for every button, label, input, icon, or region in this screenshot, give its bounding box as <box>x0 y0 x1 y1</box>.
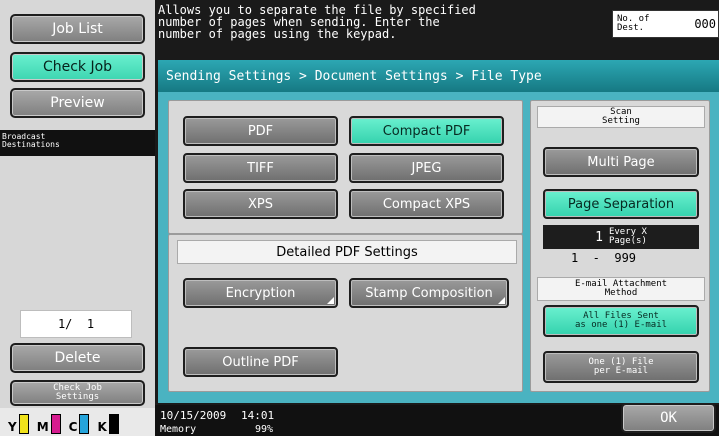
encryption-label: Encryption <box>225 285 296 301</box>
multi-page-button[interactable]: Multi Page <box>543 147 699 177</box>
check-job-settings-button[interactable]: Check Job Settings <box>10 380 145 406</box>
toner-k-bar <box>108 414 119 434</box>
toner-y-bar <box>18 414 29 434</box>
preview-button[interactable]: Preview <box>10 88 145 118</box>
tiff-button[interactable]: TIFF <box>183 153 338 183</box>
dest-count: 000 <box>694 17 716 31</box>
stamp-composition-label: Stamp Composition <box>365 285 493 301</box>
toner-indicator: Y M C K <box>0 408 155 436</box>
scan-setting-panel: Scan Setting Multi Page Page Separation … <box>530 100 710 392</box>
toner-c: C <box>69 414 90 434</box>
page-separation-button[interactable]: Page Separation <box>543 189 699 219</box>
encryption-button[interactable]: Encryption <box>183 278 338 308</box>
page-counter: 1/ 1 <box>20 310 132 338</box>
jpeg-button[interactable]: JPEG <box>349 153 504 183</box>
every-x-pages-value: 1 <box>595 229 603 245</box>
toner-k: K <box>97 414 119 434</box>
xps-button[interactable]: XPS <box>183 189 338 219</box>
compact-pdf-button[interactable]: Compact PDF <box>349 116 504 146</box>
scan-setting-title: Scan Setting <box>537 106 705 128</box>
one-file-per-email-button[interactable]: One (1) File per E-mail <box>543 351 699 383</box>
stamp-composition-button[interactable]: Stamp Composition <box>349 278 509 308</box>
file-type-panel: PDF Compact PDF TIFF JPEG XPS Compact XP… <box>168 100 523 234</box>
breadcrumb: Sending Settings > Document Settings > F… <box>158 60 719 92</box>
submenu-corner-icon <box>327 297 334 304</box>
memory-value: 99% <box>255 424 274 435</box>
every-x-pages-label: Every X Page(s) <box>608 227 647 246</box>
ok-button[interactable]: OK <box>621 403 716 433</box>
delete-button[interactable]: Delete <box>10 343 145 373</box>
outline-pdf-button[interactable]: Outline PDF <box>183 347 338 377</box>
left-panel: Job List Check Job Preview Broadcast Des… <box>0 0 155 436</box>
destination-counter: No. of Dest. 000 <box>612 10 719 38</box>
dest-label: No. of Dest. <box>617 14 650 33</box>
all-files-one-email-button[interactable]: All Files Sent as one (1) E-mail <box>543 305 699 337</box>
detailed-pdf-panel: Detailed PDF Settings Encryption Stamp C… <box>168 234 523 392</box>
submenu-corner-icon <box>498 297 505 304</box>
date-text: 10/15/2009 <box>160 409 227 422</box>
memory-label: Memory <box>160 424 197 435</box>
toner-m: M <box>37 414 61 434</box>
time-text: 14:01 <box>241 409 275 422</box>
toner-m-bar <box>50 414 61 434</box>
help-message: Allows you to separate the file by speci… <box>158 3 476 41</box>
broadcast-destinations-label: Broadcast Destinations <box>0 130 155 156</box>
toner-c-bar <box>79 414 90 434</box>
detailed-pdf-title: Detailed PDF Settings <box>177 240 517 264</box>
every-x-pages-field[interactable]: 1 Every X Page(s) <box>543 225 699 249</box>
check-job-button[interactable]: Check Job <box>10 52 145 82</box>
job-list-button[interactable]: Job List <box>10 14 145 44</box>
email-attachment-title: E-mail Attachment Method <box>537 277 705 301</box>
pdf-button[interactable]: PDF <box>183 116 338 146</box>
page-range: 1 - 999 <box>571 251 637 265</box>
compact-xps-button[interactable]: Compact XPS <box>349 189 504 219</box>
toner-y: Y <box>8 414 29 434</box>
main-area: PDF Compact PDF TIFF JPEG XPS Compact XP… <box>158 92 719 403</box>
